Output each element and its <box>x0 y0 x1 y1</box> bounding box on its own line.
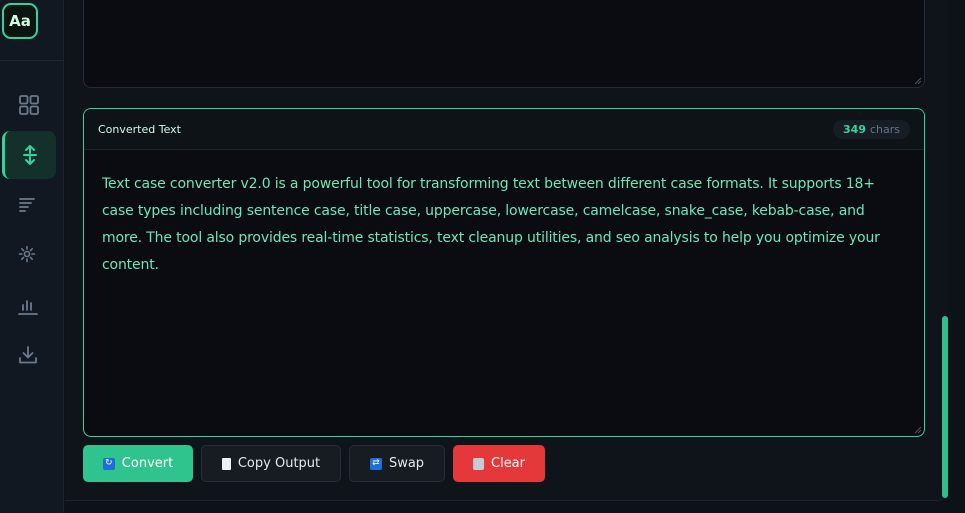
lines-icon <box>19 198 35 212</box>
convert-button-label: Convert <box>121 456 174 471</box>
output-header: Converted Text 349 chars <box>84 109 924 150</box>
sidebar-item-text-tools[interactable] <box>6 183 56 227</box>
clipboard-icon <box>221 457 231 470</box>
trash-icon <box>473 457 484 470</box>
sidebar: Aa <box>0 0 64 513</box>
output-title: Converted Text <box>98 122 181 136</box>
copy-output-button[interactable]: Copy Output <box>201 445 341 482</box>
app-logo[interactable]: Aa <box>2 3 38 39</box>
scrollbar-thumb[interactable] <box>942 316 948 498</box>
logo-text: Aa <box>9 12 31 30</box>
convert-button[interactable]: ↻ Convert <box>83 445 193 482</box>
resize-handle-icon[interactable] <box>914 426 922 434</box>
clear-button[interactable]: Clear <box>453 445 545 482</box>
output-panel: Converted Text 349 chars Text case conve… <box>83 108 925 437</box>
char-count-unit: chars <box>869 122 900 136</box>
output-textarea[interactable]: Text case converter v2.0 is a powerful t… <box>84 150 924 279</box>
input-textarea[interactable] <box>83 0 925 88</box>
copy-output-button-label: Copy Output <box>237 456 321 471</box>
swap-button-label: Swap <box>388 456 425 471</box>
bar-chart-icon <box>18 300 38 315</box>
download-icon <box>19 346 37 364</box>
sidebar-item-dashboard[interactable] <box>6 83 56 127</box>
grid-icon <box>19 95 39 115</box>
sidebar-item-statistics[interactable] <box>6 284 56 328</box>
expand-vertical-icon <box>23 145 37 165</box>
swap-button[interactable]: ⇄ Swap <box>349 445 445 482</box>
swap-icon: ⇄ <box>369 457 382 470</box>
char-count: 349 <box>843 122 866 136</box>
refresh-icon: ↻ <box>102 457 115 470</box>
sidebar-divider <box>0 60 64 61</box>
char-count-badge: 349 chars <box>833 119 910 139</box>
sparkle-icon <box>18 245 36 263</box>
sidebar-item-converter[interactable] <box>2 131 56 179</box>
sidebar-item-export[interactable] <box>6 333 56 377</box>
clear-button-label: Clear <box>491 456 525 471</box>
resize-handle-icon[interactable] <box>914 77 922 85</box>
sidebar-item-cleanup[interactable] <box>6 232 56 276</box>
